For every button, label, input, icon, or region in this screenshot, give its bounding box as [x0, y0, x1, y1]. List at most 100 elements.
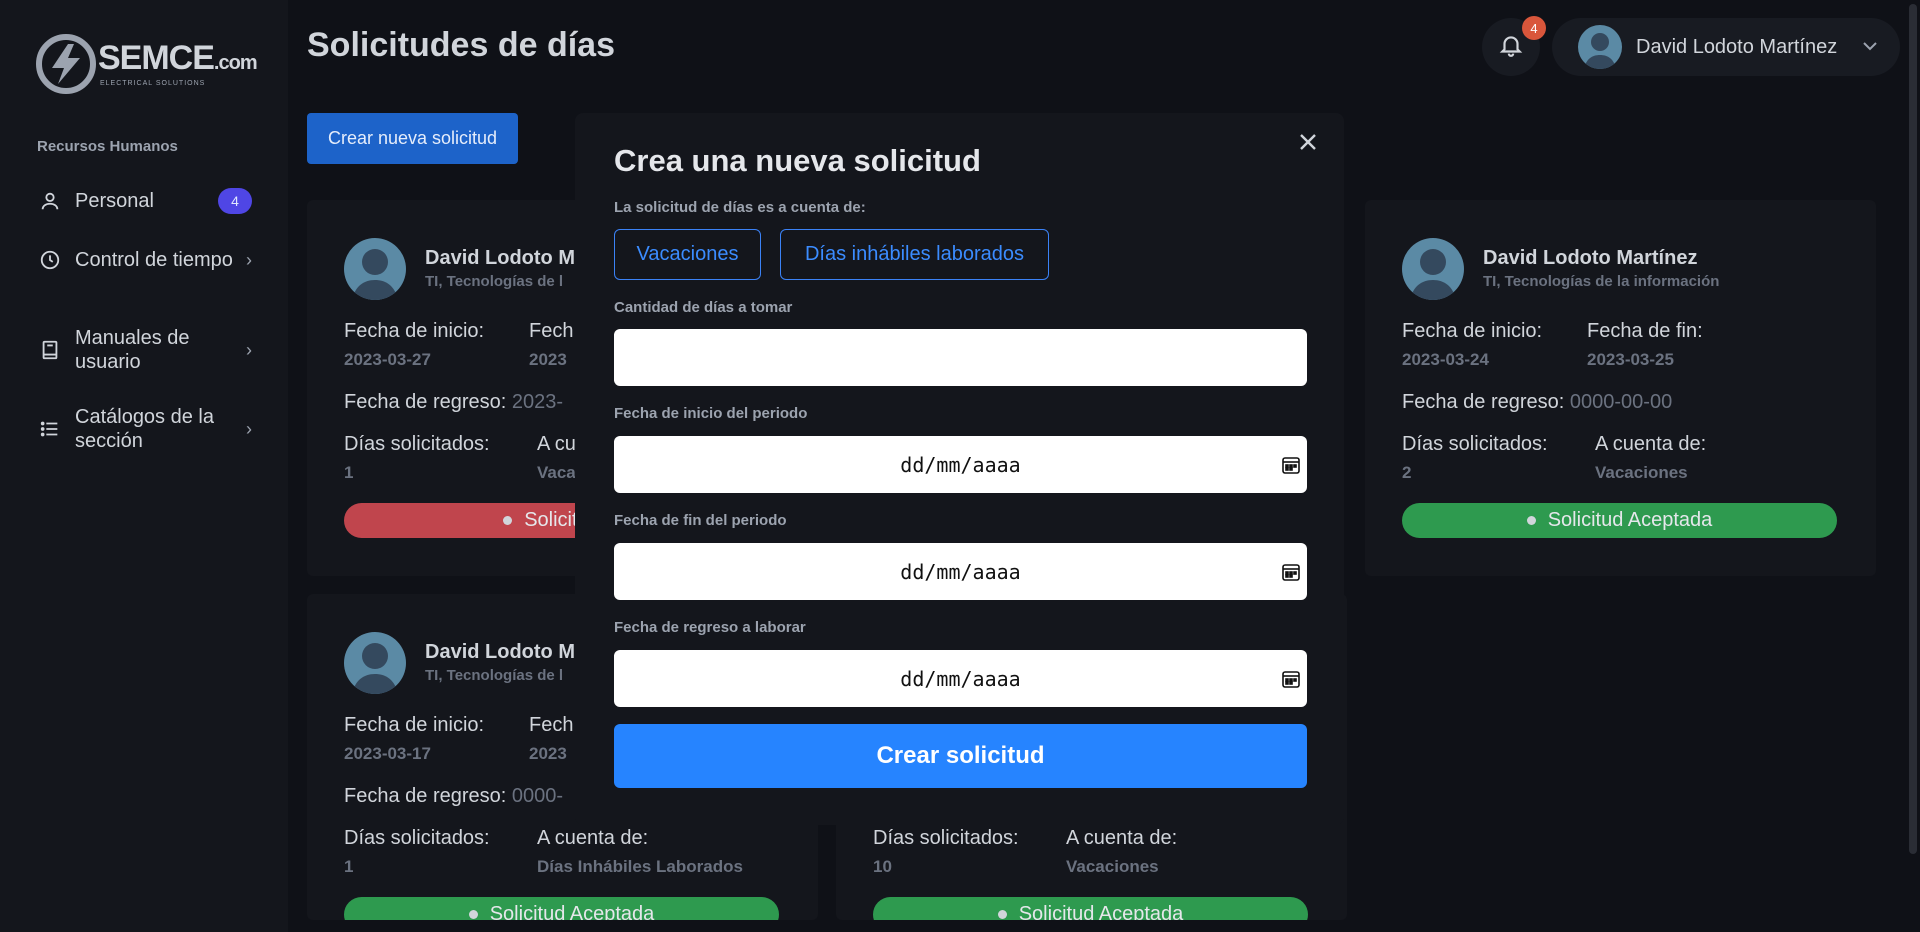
- new-request-modal: Crea una nueva solicitud La solicitud de…: [575, 113, 1344, 825]
- end-period-date-input[interactable]: dd/mm/aaaa: [614, 543, 1307, 600]
- end-date-value: 2023: [529, 744, 567, 763]
- return-date-value: 0000-: [511, 785, 564, 807]
- days-label: Días solicitados:: [873, 827, 1019, 849]
- sidebar-item-label: Catálogos de la sección: [75, 406, 214, 452]
- return-date-label: Fecha de regreso: 2023-: [344, 391, 564, 413]
- sidebar: SEMCE.com ELECTRICAL SOLUTIONS Recursos …: [0, 0, 288, 932]
- account-label: A cuenta de:: [1595, 433, 1707, 455]
- employee-department: TI, Tecnologías de l: [425, 667, 564, 684]
- account-value: Vacaciones: [1066, 857, 1159, 876]
- status-badge: Solicitud Aceptada: [1402, 503, 1837, 538]
- calendar-icon[interactable]: [1281, 669, 1301, 694]
- sidebar-item-label: Manuales de usuario: [75, 327, 190, 373]
- return-date-input[interactable]: dd/mm/aaaa: [614, 650, 1307, 707]
- chevron-right-icon: ›: [246, 339, 252, 360]
- account-value: Días Inhábiles Laborados: [537, 857, 743, 876]
- end-date-value: 2023-03-25: [1587, 350, 1674, 369]
- bell-icon: [1498, 32, 1524, 63]
- logo-suffix: .com: [213, 52, 258, 74]
- end-date-value: 2023: [529, 350, 567, 369]
- calendar-icon[interactable]: [1281, 562, 1301, 587]
- option-dias-inhabiles-button[interactable]: Días inhábiles laborados: [780, 229, 1049, 280]
- status-badge: Solicitud Aceptada: [344, 897, 779, 920]
- date-placeholder: dd/mm/aaaa: [900, 452, 1021, 477]
- days-value: 10: [873, 857, 892, 876]
- chevron-right-icon: ›: [246, 418, 252, 439]
- return-date-value: 2023-: [511, 391, 564, 413]
- account-type-label: La solicitud de días es a cuenta de:: [614, 199, 866, 216]
- sidebar-item-control-tiempo[interactable]: Control de tiempo ›: [37, 247, 252, 273]
- clock-icon: [37, 247, 63, 273]
- employee-department: TI, Tecnologías de l: [425, 273, 564, 290]
- days-label: Días solicitados:: [344, 827, 490, 849]
- status-dot: [503, 516, 513, 525]
- date-placeholder: dd/mm/aaaa: [900, 559, 1021, 584]
- account-label: A cu: [537, 433, 576, 455]
- status-badge: Solicitud Aceptada: [873, 897, 1308, 920]
- logo-tagline: ELECTRICAL SOLUTIONS: [100, 80, 206, 87]
- quantity-label: Cantidad de días a tomar: [614, 299, 793, 316]
- days-label: Días solicitados:: [344, 433, 490, 455]
- end-date-label: Fech: [529, 714, 574, 736]
- end-date-label: Fecha de fin:: [1587, 320, 1703, 342]
- chevron-down-icon: [1862, 38, 1878, 56]
- start-period-date-input[interactable]: dd/mm/aaaa: [614, 436, 1307, 493]
- list-icon: [37, 416, 63, 442]
- return-date-value: 0000-00-00: [1569, 391, 1673, 413]
- sidebar-item-manuales[interactable]: Manuales de usuario ›: [37, 326, 252, 374]
- end-date-label: Fech: [529, 320, 574, 342]
- scrollbar[interactable]: [1904, 0, 1920, 932]
- user-name: David Lodoto Martínez: [1636, 35, 1838, 58]
- logo-name: SEMCE: [98, 39, 215, 77]
- new-request-button[interactable]: Crear nueva solicitud: [307, 113, 518, 164]
- days-label: Días solicitados:: [1402, 433, 1548, 455]
- logo[interactable]: SEMCE.com ELECTRICAL SOLUTIONS: [36, 34, 258, 94]
- create-request-button[interactable]: Crear solicitud: [614, 724, 1307, 788]
- status-dot: [1526, 516, 1536, 525]
- employee-name: David Lodoto M: [425, 641, 575, 663]
- user-menu[interactable]: David Lodoto Martínez: [1552, 18, 1900, 76]
- date-placeholder: dd/mm/aaaa: [900, 666, 1021, 691]
- account-label: A cuenta de:: [537, 827, 649, 849]
- modal-title: Crea una nueva solicitud: [614, 143, 981, 178]
- employee-name: David Lodoto Martínez: [1483, 247, 1698, 269]
- page-title: Solicitudes de días: [307, 26, 615, 64]
- start-date-value: 2023-03-27: [344, 350, 431, 369]
- chevron-right-icon: ›: [246, 249, 252, 270]
- return-date-label: Fecha de regreso: 0000-00-00: [1402, 391, 1673, 413]
- start-date-label: Fecha de inicio:: [344, 714, 485, 736]
- notification-count-badge: 4: [1522, 16, 1546, 40]
- logo-mark-icon: [36, 34, 96, 94]
- avatar: [344, 238, 406, 300]
- sidebar-item-catalogos[interactable]: Catálogos de la sección ›: [37, 405, 252, 453]
- scrollbar-thumb[interactable]: [1909, 4, 1917, 854]
- option-vacaciones-button[interactable]: Vacaciones: [614, 229, 761, 280]
- close-icon[interactable]: [1299, 127, 1317, 158]
- calendar-icon[interactable]: [1281, 455, 1301, 480]
- status-dot: [468, 910, 478, 919]
- sidebar-item-personal[interactable]: Personal 4: [37, 188, 252, 214]
- days-value: 1: [344, 463, 354, 482]
- request-card: David Lodoto Martínez TI, Tecnologías de…: [1365, 200, 1876, 576]
- employee-name: David Lodoto M: [425, 247, 575, 269]
- status-dot: [997, 910, 1007, 919]
- return-date-label: Fecha de regreso a laborar: [614, 619, 806, 636]
- book-icon: [37, 337, 63, 363]
- start-date-value: 2023-03-24: [1402, 350, 1489, 369]
- employee-department: TI, Tecnologías de la información: [1483, 273, 1720, 290]
- account-value: Vaca: [537, 463, 576, 482]
- start-period-label: Fecha de inicio del periodo: [614, 405, 808, 422]
- start-date-label: Fecha de inicio:: [1402, 320, 1543, 342]
- avatar: [344, 632, 406, 694]
- sidebar-item-label: Control de tiempo: [75, 249, 233, 271]
- section-title: Recursos Humanos: [37, 138, 178, 155]
- user-icon: [37, 188, 63, 214]
- days-value: 1: [344, 857, 354, 876]
- days-value: 2: [1402, 463, 1412, 482]
- account-value: Vacaciones: [1595, 463, 1688, 482]
- account-label: A cuenta de:: [1066, 827, 1178, 849]
- avatar: [1578, 25, 1622, 69]
- return-date-label: Fecha de regreso: 0000-: [344, 785, 564, 807]
- quantity-input[interactable]: [614, 329, 1307, 386]
- start-date-value: 2023-03-17: [344, 744, 431, 763]
